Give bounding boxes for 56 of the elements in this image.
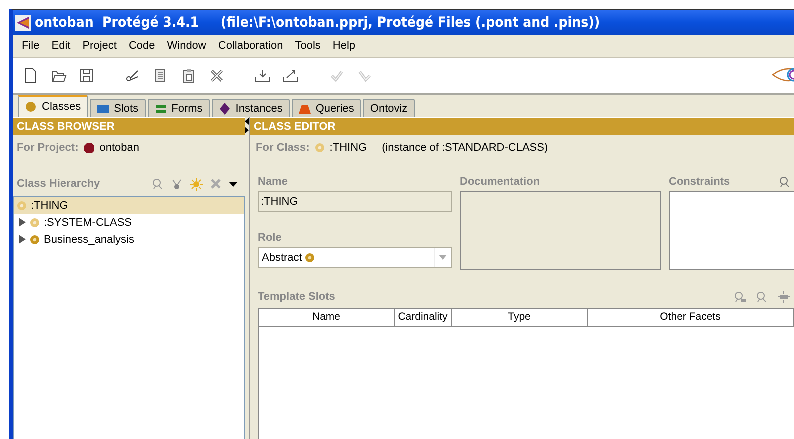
menu-item[interactable]: Tools (289, 40, 327, 52)
circle-icon (25, 101, 37, 113)
delete-icon[interactable] (209, 68, 225, 84)
class-icon (305, 252, 316, 262)
tab[interactable]: Queries (292, 99, 362, 117)
expand-arrow-icon[interactable] (18, 235, 26, 244)
field-label: For Project: (17, 142, 79, 154)
field-label: Constraints (669, 176, 730, 188)
file-icon[interactable] (23, 68, 39, 84)
tree-item[interactable]: :THING (14, 197, 244, 214)
clipboard-icon[interactable] (181, 68, 197, 84)
scissors-icon[interactable] (125, 68, 141, 84)
panel-header: CLASS EDITOR (250, 117, 794, 135)
tab[interactable]: Instances (212, 99, 290, 117)
field-label: For Class: (256, 142, 310, 154)
menu-item[interactable]: File (16, 40, 46, 52)
project-icon (84, 142, 95, 154)
dropdown-arrow-icon[interactable] (229, 182, 238, 186)
menu-item[interactable]: Project (76, 40, 123, 52)
panel-header: CLASS BROWSER (13, 117, 245, 135)
menu-item[interactable]: Window (161, 40, 212, 52)
constraints-list[interactable] (669, 191, 794, 270)
tab[interactable]: Ontoviz (363, 99, 415, 117)
class-type: (instance of :STANDARD-CLASS) (382, 142, 548, 154)
class-icon (314, 143, 325, 153)
app-icon (15, 14, 31, 30)
diamond-icon (218, 102, 231, 114)
expand-arrow-icon[interactable] (18, 218, 26, 227)
tree-item[interactable]: :SYSTEM-CLASS (14, 214, 244, 231)
tab[interactable]: Classes (18, 95, 88, 117)
slots-table[interactable]: Name Cardinality Type Other Facets (258, 308, 794, 439)
documentation-field[interactable] (460, 191, 661, 270)
menu-item[interactable]: Edit (46, 40, 77, 52)
section-label: Template Slots (258, 290, 336, 302)
trapezoid-icon (298, 102, 311, 114)
role-dropdown[interactable]: Abstract (258, 247, 452, 268)
name-field[interactable]: :THING (258, 191, 452, 212)
section-label: Class Hierarchy (17, 178, 100, 190)
menu-item[interactable]: Help (326, 40, 362, 52)
search-icon[interactable] (779, 176, 791, 188)
lines-icon (154, 102, 167, 114)
menu-item[interactable]: Code (122, 40, 162, 52)
field-label: Role (258, 232, 282, 244)
window-title: ontoban Protégé 3.4.1 (file:\F:\ontoban.pprj, Protégé Files (.pont and .pins)) (35, 14, 600, 30)
import-icon[interactable] (255, 68, 271, 84)
export-icon[interactable] (283, 68, 299, 84)
menu-item[interactable]: Collaboration (212, 40, 290, 52)
rectangle-icon (97, 102, 110, 114)
field-label: Documentation (460, 176, 540, 188)
field-label: Name (258, 176, 288, 188)
dropdown-value: Abstract (262, 252, 302, 264)
tab[interactable]: Slots (90, 99, 146, 117)
tree-item[interactable]: Business_analysis (14, 231, 244, 248)
class-name: :THING (330, 142, 368, 154)
tab[interactable]: Forms (148, 99, 210, 117)
project-name: ontoban (100, 142, 140, 154)
